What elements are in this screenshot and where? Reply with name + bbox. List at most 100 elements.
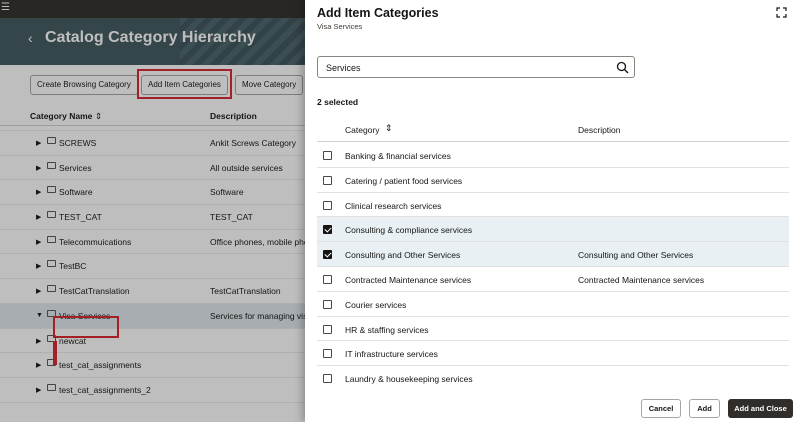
category-description: All outside services — [210, 162, 283, 173]
hierarchy-table-body: ▶TG_BI_EMT_ADMIN_abTG_BI_EMT_ADMIN_ab_de… — [0, 126, 322, 403]
hierarchy-row[interactable]: ▶ TestCatTranslation TestCatTranslation — [0, 279, 305, 304]
add-item-categories-drawer: Add Item Categories Visa Services 2 sele… — [305, 0, 800, 422]
column-category[interactable]: Category — [345, 125, 380, 135]
search-icon[interactable] — [616, 61, 629, 74]
back-chevron-icon[interactable]: ‹ — [28, 30, 33, 46]
row-checkbox[interactable] — [323, 175, 332, 185]
search-input[interactable] — [326, 61, 606, 74]
categories-table: Category ⇕ Description Banking & financi… — [317, 117, 789, 389]
category-name: Services — [59, 162, 92, 173]
caret-right-icon[interactable]: ▶ — [36, 287, 41, 295]
hierarchy-row[interactable]: ▶ TEST_CAT TEST_CAT — [0, 205, 305, 230]
category-row[interactable]: Contracted Maintenance services Contracte… — [317, 267, 789, 292]
category-cell: Consulting and Other Services — [345, 250, 461, 261]
hierarchy-row[interactable]: ▼ Visa Services Services for managing visa… — [0, 303, 316, 329]
category-cell: Consulting & compliance services — [345, 225, 473, 236]
category-row[interactable]: Catering / patient food services — [317, 168, 789, 193]
app-top-bar: ☰ — [0, 0, 305, 18]
category-row[interactable]: Consulting & compliance services — [317, 217, 789, 243]
maximize-icon[interactable] — [776, 7, 787, 18]
category-row[interactable]: Banking & financial services — [317, 143, 789, 168]
drawer-title: Add Item Categories — [317, 6, 439, 20]
caret-right-icon[interactable]: ▶ — [36, 238, 41, 246]
category-description: Software — [210, 187, 244, 198]
sort-icon[interactable]: ⇕ — [385, 123, 393, 134]
highlight-add-item-categories — [137, 69, 232, 99]
category-cell: Courier services — [345, 299, 407, 310]
page-title: Catalog Category Hierarchy — [45, 29, 256, 46]
column-description[interactable]: Description — [210, 111, 257, 121]
column-description[interactable]: Description — [578, 125, 621, 135]
categories-table-body: Banking & financial services Catering / p… — [317, 143, 789, 389]
add-button[interactable]: Add — [689, 399, 720, 418]
row-checkbox[interactable] — [323, 349, 332, 359]
create-browsing-category-button[interactable]: Create Browsing Category — [30, 75, 138, 95]
row-checkbox[interactable] — [323, 274, 332, 284]
highlight-child-row — [53, 341, 57, 365]
category-cell: IT infrastructure services — [345, 349, 438, 360]
hierarchy-row[interactable]: ▶ newcat — [0, 329, 305, 354]
folder-icon — [47, 161, 56, 169]
folder-icon — [47, 137, 56, 144]
hierarchy-row[interactable]: ▶ SCREWS Ankit Screws Category — [0, 131, 305, 156]
hierarchy-row[interactable]: ▶ Software Software — [0, 180, 305, 206]
hierarchy-row[interactable]: ▶ Telecommuications Office phones, mobile … — [0, 230, 322, 255]
category-name: Telecommuications — [59, 236, 132, 247]
sort-icon[interactable]: ⇕ — [95, 111, 102, 122]
folder-icon — [47, 260, 56, 268]
caret-right-icon[interactable]: ▶ — [36, 164, 41, 172]
category-description: TEST_CAT — [210, 212, 253, 223]
category-row[interactable]: Laundry & housekeeping services — [317, 366, 789, 389]
column-category-name[interactable]: Category Name — [30, 111, 92, 121]
selected-count: 2 selected — [317, 97, 359, 107]
caret-right-icon[interactable]: ▶ — [36, 213, 41, 221]
caret-right-icon[interactable]: ▶ — [36, 361, 41, 369]
category-cell: Catering / patient food services — [345, 175, 463, 186]
folder-icon — [47, 186, 56, 194]
category-cell: Banking & financial services — [345, 151, 451, 161]
categories-table-header: Category ⇕ Description — [317, 117, 789, 142]
category-description: TestCatTranslation — [210, 286, 281, 297]
category-name: TestBC — [59, 261, 87, 272]
caret-right-icon[interactable]: ▶ — [36, 337, 41, 345]
hierarchy-row[interactable]: ▶ test_cat_assignments — [0, 353, 305, 378]
add-and-close-button[interactable]: Add and Close — [728, 399, 793, 418]
move-category-button[interactable]: Move Category — [235, 75, 304, 95]
row-checkbox[interactable] — [323, 324, 332, 334]
category-row[interactable]: HR & staffing services — [317, 317, 789, 342]
hierarchy-row[interactable]: ▶ Services All outside services — [0, 156, 305, 181]
row-checkbox[interactable] — [323, 374, 332, 384]
hamburger-menu-icon[interactable]: ☰ — [1, 2, 10, 13]
row-checkbox[interactable] — [323, 225, 332, 235]
row-checkbox[interactable] — [323, 200, 332, 210]
category-row[interactable]: Clinical research services — [317, 193, 789, 218]
row-checkbox[interactable] — [323, 299, 332, 309]
category-row[interactable]: Consulting and Other Services Consulting … — [317, 242, 789, 267]
caret-down-icon[interactable]: ▼ — [36, 312, 43, 319]
row-checkbox[interactable] — [323, 151, 332, 160]
description-cell: Contracted Maintenance services — [578, 274, 705, 285]
caret-right-icon[interactable]: ▶ — [36, 262, 41, 270]
caret-right-icon[interactable]: ▶ — [36, 188, 41, 196]
category-name: test_cat_assignments — [59, 360, 142, 371]
category-name: Software — [59, 187, 93, 198]
hierarchy-table-header: Category Name ⇕ Description — [0, 106, 305, 126]
cancel-button[interactable]: Cancel — [641, 399, 681, 418]
description-cell: Consulting and Other Services — [578, 250, 694, 261]
hierarchy-row[interactable]: ▶ TestBC — [0, 254, 305, 280]
folder-icon — [47, 211, 56, 219]
caret-right-icon[interactable]: ▶ — [36, 386, 41, 394]
category-name: test_cat_assignments_2 — [59, 384, 151, 395]
row-checkbox[interactable] — [323, 250, 332, 260]
category-name: TestCatTranslation — [59, 286, 130, 297]
hierarchy-row[interactable]: ▶ test_cat_assignments_2 — [0, 378, 305, 403]
category-row[interactable]: Courier services — [317, 292, 789, 317]
folder-icon — [47, 235, 56, 243]
drawer-footer: Cancel Add Add and Close — [305, 394, 800, 422]
category-row[interactable]: IT infrastructure services — [317, 341, 789, 367]
drawer-subtitle: Visa Services — [317, 22, 363, 31]
category-cell: HR & staffing services — [345, 324, 429, 335]
search-field[interactable] — [317, 56, 635, 78]
category-cell: Contracted Maintenance services — [345, 274, 472, 285]
caret-right-icon[interactable]: ▶ — [36, 139, 41, 147]
